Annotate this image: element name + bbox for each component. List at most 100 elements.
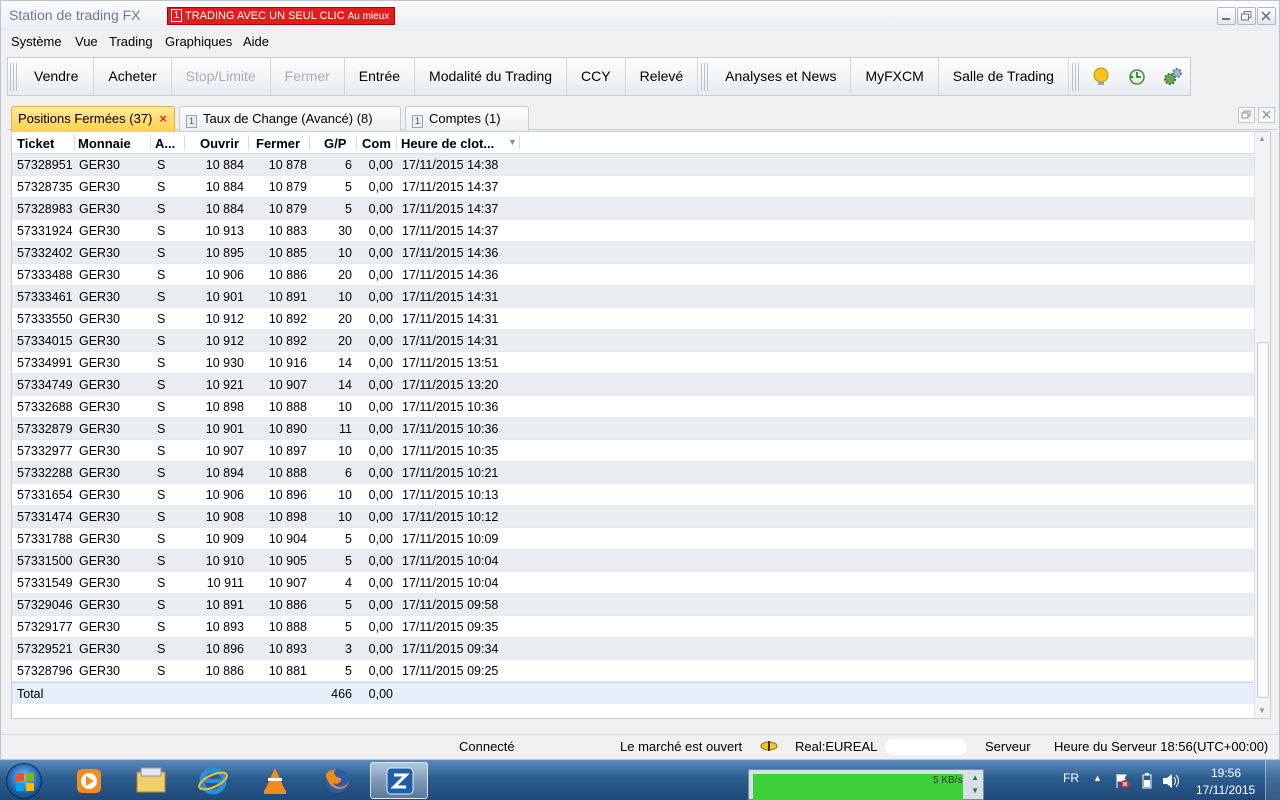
sort-arrow-icon[interactable]: ▼ bbox=[508, 137, 517, 147]
media-player-button[interactable] bbox=[60, 762, 118, 799]
close-tab-icon[interactable]: × bbox=[159, 107, 167, 130]
minimize-button[interactable] bbox=[1217, 7, 1236, 25]
tab-label: Positions Fermées (37) bbox=[18, 111, 153, 126]
tips-button[interactable] bbox=[1082, 58, 1118, 95]
entry-order-button[interactable]: Entrée bbox=[345, 58, 416, 95]
table-row[interactable]: 57329046 GER30 S 10 891 10 886 5 0,00 17/11/201… bbox=[12, 594, 1255, 616]
stop-limit-button[interactable]: Stop/Limite bbox=[172, 58, 271, 95]
table-row[interactable]: 57332402 GER30 S 10 895 10 885 10 0,00 17/11/20… bbox=[12, 242, 1255, 264]
battery-icon[interactable] bbox=[1141, 773, 1153, 792]
statement-button[interactable]: Relevé bbox=[626, 58, 699, 95]
toolbar-grip[interactable] bbox=[701, 62, 710, 91]
panel-restore-button[interactable] bbox=[1238, 107, 1255, 123]
analysis-news-button[interactable]: Analyses et News bbox=[711, 58, 852, 95]
volume-icon[interactable] bbox=[1162, 773, 1180, 792]
cell-ticket: 57334991 bbox=[17, 356, 73, 370]
scroll-up-icon[interactable]: ▲ bbox=[1258, 134, 1266, 143]
market-signal-icon bbox=[760, 740, 778, 755]
cell-currency: GER30 bbox=[79, 312, 120, 326]
table-row[interactable]: 57334991 GER30 S 10 930 10 916 14 0,00 17/11/20… bbox=[12, 352, 1255, 374]
meter-up-icon[interactable]: ▲ bbox=[971, 773, 979, 782]
buy-button[interactable]: Acheter bbox=[94, 58, 172, 95]
col-header-commission[interactable]: Com bbox=[362, 136, 391, 151]
table-row[interactable]: 57333461 GER30 S 10 901 10 891 10 0,00 17/11/20… bbox=[12, 286, 1255, 308]
table-row[interactable]: 57331654 GER30 S 10 906 10 896 10 0,00 17/11/20… bbox=[12, 484, 1255, 506]
restore-button[interactable] bbox=[1237, 7, 1256, 25]
cell-close-time: 17/11/2015 14:38 bbox=[402, 158, 499, 172]
col-header-action[interactable]: A... bbox=[155, 136, 175, 151]
col-header-close-time[interactable]: Heure de clot... bbox=[401, 136, 494, 151]
col-header-open[interactable]: Ouvrir bbox=[200, 136, 239, 151]
table-row[interactable]: 57328951 GER30 S 10 884 10 878 6 0,00 17/11/201… bbox=[12, 154, 1255, 176]
table-row[interactable]: 57333488 GER30 S 10 906 10 886 20 0,00 17/11/20… bbox=[12, 264, 1255, 286]
cell-close: 10 891 bbox=[268, 290, 307, 304]
table-row[interactable]: 57329177 GER30 S 10 893 10 888 5 0,00 17/11/201… bbox=[12, 616, 1255, 638]
menu-aide[interactable]: Aide bbox=[243, 34, 269, 49]
table-row[interactable]: 57329521 GER30 S 10 896 10 893 3 0,00 17/11/201… bbox=[12, 638, 1255, 660]
menu-vue[interactable]: Vue bbox=[75, 34, 98, 49]
table-row[interactable]: 57331500 GER30 S 10 910 10 905 5 0,00 17/11/201… bbox=[12, 550, 1255, 572]
cell-open: 10 884 bbox=[205, 158, 244, 172]
settings-button[interactable] bbox=[1154, 58, 1190, 95]
table-row[interactable]: 57332288 GER30 S 10 894 10 888 6 0,00 17/11/201… bbox=[12, 462, 1255, 484]
clock-date[interactable]: 17/11/2015 bbox=[1196, 783, 1255, 797]
ccy-button[interactable]: CCY bbox=[567, 58, 626, 95]
internet-explorer-button[interactable] bbox=[184, 762, 242, 799]
one-click-trading-toggle[interactable]: 1 TRADING AVEC UN SEUL CLIC Au mieux bbox=[167, 7, 396, 25]
explorer-button[interactable] bbox=[122, 762, 180, 799]
close-position-button[interactable]: Fermer bbox=[271, 58, 345, 95]
table-row[interactable]: 57331924 GER30 S 10 913 10 883 30 0,00 17/11/20… bbox=[12, 220, 1255, 242]
cell-close: 10 883 bbox=[268, 224, 307, 238]
table-row[interactable]: 57331788 GER30 S 10 909 10 904 5 0,00 17/11/201… bbox=[12, 528, 1255, 550]
cell-currency: GER30 bbox=[79, 246, 120, 260]
table-row[interactable]: 57331549 GER30 S 10 911 10 907 4 0,00 17/11/201… bbox=[12, 572, 1255, 594]
history-button[interactable] bbox=[1118, 58, 1154, 95]
internet-explorer-icon bbox=[198, 767, 228, 795]
close-button[interactable] bbox=[1257, 7, 1276, 25]
vertical-scrollbar[interactable]: ▲ ▼ bbox=[1254, 132, 1270, 718]
table-row[interactable]: 57332977 GER30 S 10 907 10 897 10 0,00 17/11/20… bbox=[12, 440, 1255, 462]
sell-button[interactable]: Vendre bbox=[20, 58, 95, 95]
show-desktop-button[interactable] bbox=[1265, 760, 1280, 800]
table-row[interactable]: 57328796 GER30 S 10 886 10 881 5 0,00 17/11/201… bbox=[12, 660, 1255, 682]
table-row[interactable]: 57328735 GER30 S 10 884 10 879 5 0,00 17/11/201… bbox=[12, 176, 1255, 198]
tab-accounts[interactable]: 1 Comptes (1) bbox=[405, 106, 529, 131]
network-meter-widget[interactable]: 5 KB/s ▲ ▼ bbox=[748, 769, 984, 800]
cell-close: 10 890 bbox=[268, 422, 307, 436]
action-center-flag-icon[interactable] bbox=[1114, 773, 1130, 792]
menu-graphiques[interactable]: Graphiques bbox=[165, 34, 232, 49]
table-row[interactable]: 57334749 GER30 S 10 921 10 907 14 0,00 17/11/20… bbox=[12, 374, 1255, 396]
scroll-thumb[interactable] bbox=[1257, 342, 1269, 698]
trading-station-taskbar-button[interactable] bbox=[370, 762, 428, 799]
table-row[interactable]: 57331474 GER30 S 10 908 10 898 10 0,00 17/11/20… bbox=[12, 506, 1255, 528]
toolbar-grip[interactable] bbox=[10, 62, 18, 91]
cell-close: 10 916 bbox=[268, 356, 307, 370]
cell-currency: GER30 bbox=[79, 598, 120, 612]
menu-trading[interactable]: Trading bbox=[109, 34, 153, 49]
clock-time[interactable]: 19:56 bbox=[1211, 766, 1241, 780]
tab-exchange-rates[interactable]: 1 Taux de Change (Avancé) (8) bbox=[179, 106, 401, 131]
vlc-button[interactable] bbox=[246, 762, 304, 799]
table-row[interactable]: 57334015 GER30 S 10 912 10 892 20 0,00 17/11/20… bbox=[12, 330, 1255, 352]
table-row[interactable]: 57333550 GER30 S 10 912 10 892 20 0,00 17/11/20… bbox=[12, 308, 1255, 330]
scroll-down-icon[interactable]: ▼ bbox=[1258, 706, 1266, 715]
table-row[interactable]: 57332688 GER30 S 10 898 10 888 10 0,00 17/11/20… bbox=[12, 396, 1255, 418]
show-hidden-icons-icon[interactable]: ▲ bbox=[1093, 773, 1102, 783]
start-orb-icon[interactable] bbox=[6, 763, 42, 799]
table-row[interactable]: 57332879 GER30 S 10 901 10 890 11 0,00 17/11/20… bbox=[12, 418, 1255, 440]
menu-systeme[interactable]: Système bbox=[11, 34, 62, 49]
toolbar-grip[interactable] bbox=[1071, 62, 1080, 91]
myfxcm-button[interactable]: MyFXCM bbox=[851, 58, 939, 95]
trading-room-button[interactable]: Salle de Trading bbox=[939, 58, 1069, 95]
language-indicator[interactable]: FR bbox=[1063, 771, 1079, 785]
panel-close-button[interactable] bbox=[1258, 107, 1275, 123]
col-header-close[interactable]: Fermer bbox=[256, 136, 300, 151]
table-row[interactable]: 57328983 GER30 S 10 884 10 879 5 0,00 17/11/201… bbox=[12, 198, 1255, 220]
firefox-button[interactable] bbox=[308, 762, 366, 799]
tab-closed-positions[interactable]: Positions Fermées (37) × bbox=[11, 106, 175, 131]
meter-down-icon[interactable]: ▼ bbox=[971, 786, 979, 795]
trading-mode-button[interactable]: Modalité du Trading bbox=[415, 58, 568, 95]
col-header-currency[interactable]: Monnaie bbox=[78, 136, 131, 151]
col-header-ticket[interactable]: Ticket bbox=[17, 136, 54, 151]
col-header-pl[interactable]: G/P bbox=[324, 136, 346, 151]
